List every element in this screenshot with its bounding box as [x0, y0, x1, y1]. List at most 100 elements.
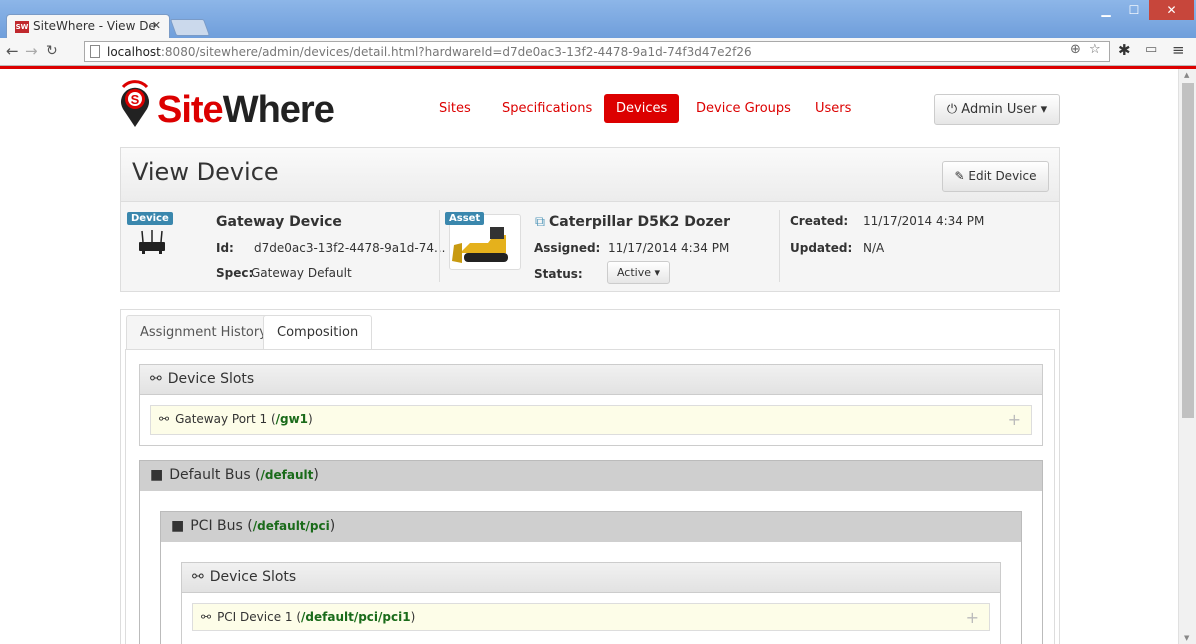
link-icon: ⚯ — [150, 371, 162, 387]
device-slots-header: ⚯ Device Slots — [140, 365, 1042, 395]
reload-icon[interactable]: ↻ — [46, 43, 58, 59]
page-title: View Device — [132, 158, 279, 186]
pci-device-slots-panel: ⚯ Device Slots ⚯ PCI Device 1 (/default/pc… — [181, 562, 1001, 644]
created-value: 11/17/2014 4:34 PM — [863, 214, 985, 228]
user-label: Admin User — [961, 102, 1037, 117]
slot-path: /default/pci/pci1 — [301, 610, 411, 624]
tab-composition[interactable]: Composition — [263, 315, 373, 351]
nav-specifications[interactable]: Specifications — [502, 94, 592, 123]
link-icon: ⚯ — [159, 412, 170, 426]
link-icon: ⚯ — [201, 610, 212, 624]
browser-titlebar: SW SiteWhere - View De ✕ ▁ ☐ ✕ — [0, 0, 1196, 38]
updated-value: N/A — [863, 241, 885, 255]
assigned-value: 11/17/2014 4:34 PM — [608, 241, 730, 255]
asset-name[interactable]: ⧉ Caterpillar D5K2 Dozer — [535, 214, 730, 230]
power-icon: ⏻ — [946, 102, 958, 117]
status-dropdown[interactable]: Active ▾ — [607, 261, 670, 284]
close-window-icon[interactable]: ✕ — [1149, 0, 1194, 20]
nav-device-groups[interactable]: Device Groups — [696, 94, 791, 123]
bus-path: /default — [260, 468, 314, 482]
composition-content: ⚯ Device Slots ⚯ Gateway Port 1 (/gw1) + ■… — [125, 349, 1055, 644]
url-path: :8080/sitewhere/admin/devices/detail.htm… — [160, 45, 752, 59]
external-link-icon: ⧉ — [535, 214, 545, 230]
edit-device-button[interactable]: ✎ Edit Device — [942, 161, 1049, 192]
zoom-icon[interactable]: ⊕ — [1070, 42, 1081, 57]
view-device-header: View Device ✎ Edit Device — [120, 147, 1060, 201]
spec-value: Gateway Default — [251, 266, 352, 280]
logo-mark-icon: S — [121, 80, 149, 127]
slot-row[interactable]: ⚯ PCI Device 1 (/default/pci/pci1) + — [192, 603, 990, 631]
scroll-thumb[interactable] — [1182, 83, 1194, 418]
slot-path: /gw1 — [275, 412, 309, 426]
slot-row[interactable]: ⚯ Gateway Port 1 (/gw1) + — [150, 405, 1032, 435]
default-bus-panel: ■ Default Bus (/default) ■ PCI Bus (/defau… — [139, 460, 1043, 644]
assigned-label: Assigned: — [534, 241, 601, 255]
caret-down-icon: ▾ — [1040, 102, 1048, 117]
bus-name: Default Bus ( — [169, 467, 261, 483]
minimize-icon[interactable]: ▁ — [1093, 0, 1119, 20]
id-label: Id: — [216, 241, 234, 255]
caret-down-icon: ▾ — [654, 266, 661, 279]
slot-paren: ) — [410, 610, 416, 624]
divider — [439, 210, 440, 282]
cast-icon[interactable]: ▭ — [1145, 42, 1157, 57]
scroll-down-icon[interactable]: ▼ — [1184, 634, 1189, 642]
bus-paren: ) — [313, 467, 319, 483]
id-value: d7de0ac3-13f2-4478-9a1d-74... — [254, 241, 446, 255]
new-tab-button[interactable] — [169, 19, 211, 36]
forward-arrow-icon[interactable]: → — [25, 42, 38, 60]
router-icon — [139, 230, 165, 254]
slot-name: PCI Device 1 ( — [217, 610, 302, 624]
address-bar[interactable]: localhost:8080/sitewhere/admin/devices/d… — [84, 41, 1110, 62]
default-bus-header: ■ Default Bus (/default) — [140, 461, 1042, 491]
slot-paren: ) — [308, 412, 313, 426]
back-arrow-icon[interactable]: ← — [6, 42, 19, 60]
created-label: Created: — [790, 214, 849, 228]
browser-toolbar: ← → ↻ localhost:8080/sitewhere/admin/dev… — [0, 38, 1196, 66]
divider — [779, 210, 780, 282]
nav-sites[interactable]: Sites — [439, 94, 471, 123]
bus-path: /default/pci — [252, 519, 330, 533]
folder-icon: ■ — [171, 518, 185, 534]
user-menu-button[interactable]: ⏻ Admin User ▾ — [934, 94, 1060, 125]
slot-name: Gateway Port 1 ( — [175, 412, 276, 426]
status-label: Status: — [534, 267, 583, 281]
pci-bus-header: ■ PCI Bus (/default/pci) — [161, 512, 1021, 542]
pencil-icon: ✎ — [954, 169, 965, 183]
bus-paren: ) — [329, 518, 336, 534]
bookmark-star-icon[interactable]: ☆ — [1089, 42, 1101, 57]
page-scrollbar[interactable]: ▲ ▼ — [1178, 69, 1196, 644]
device-slots-title: Device Slots — [209, 569, 297, 585]
asset-name-text: Caterpillar D5K2 Dozer — [549, 214, 731, 230]
nav-devices[interactable]: Devices — [604, 94, 680, 123]
spec-label: Spec: — [216, 266, 254, 280]
device-info-panel: Device Gateway Device Id: d7de0ac3-13f2-… — [120, 201, 1060, 292]
browser-tab[interactable]: SW SiteWhere - View De ✕ — [6, 14, 170, 38]
updated-label: Updated: — [790, 241, 853, 255]
device-badge: Device — [127, 212, 173, 225]
bus-name: PCI Bus ( — [190, 518, 253, 534]
page-viewport: S SiteWhere Sites Specifications Devices… — [0, 69, 1178, 644]
maximize-icon[interactable]: ☐ — [1121, 0, 1147, 20]
logo-text: SiteWhere — [157, 89, 335, 131]
tab-title: SiteWhere - View De — [33, 19, 156, 33]
pci-bus-panel: ■ PCI Bus (/default/pci) ⚯ Device Slots ⚯ P… — [160, 511, 1022, 644]
svg-text:S: S — [131, 92, 140, 107]
device-slots-title: Device Slots — [167, 371, 255, 387]
device-slots-header: ⚯ Device Slots — [182, 563, 1000, 593]
add-icon[interactable]: + — [966, 608, 979, 627]
status-value: Active — [616, 266, 651, 279]
detail-tabs: Assignment History Composition ⚯ Device S… — [120, 309, 1060, 644]
scroll-up-icon[interactable]: ▲ — [1184, 71, 1189, 79]
close-tab-icon[interactable]: ✕ — [152, 19, 161, 32]
nav-users[interactable]: Users — [815, 94, 851, 123]
favicon-icon: SW — [15, 20, 29, 33]
device-name: Gateway Device — [216, 214, 342, 230]
menu-icon[interactable]: ≡ — [1172, 41, 1185, 59]
tab-assignment-history[interactable]: Assignment History — [126, 315, 281, 350]
add-icon[interactable]: + — [1008, 410, 1021, 429]
edit-device-label: Edit Device — [968, 169, 1037, 183]
url-host: localhost — [107, 45, 161, 59]
device-slots-panel: ⚯ Device Slots ⚯ Gateway Port 1 (/gw1) + — [139, 364, 1043, 446]
extension-gear-icon[interactable]: ✱ — [1118, 41, 1131, 59]
